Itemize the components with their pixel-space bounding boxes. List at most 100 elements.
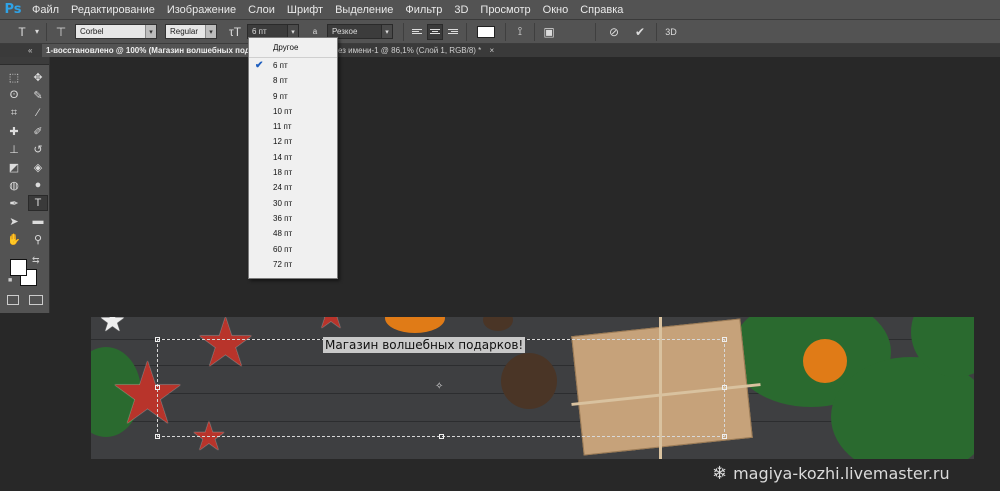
menu-type[interactable]: Шрифт [281,0,329,20]
quick-selection-tool-icon[interactable]: ✎ [28,87,48,103]
cancel-icon[interactable]: ⊘ [604,23,624,41]
commit-check-icon[interactable]: ✔ [630,23,650,41]
menu-edit[interactable]: Редактирование [65,0,161,20]
transform-handle[interactable] [722,385,727,390]
font-family-select[interactable]: Corbel ▾ [75,24,157,39]
dropdown-size-label: 72 пт [273,259,293,269]
menu-view[interactable]: Просмотр [474,0,536,20]
align-right-button[interactable] [445,24,461,40]
healing-brush-tool-icon[interactable]: ✚ [4,123,24,139]
brush-tool-icon[interactable]: ✐ [28,123,48,139]
transform-handle[interactable] [722,434,727,439]
dropdown-size-label: 48 пт [273,229,293,239]
options-bar: T ▾ ⊤ Corbel ▾ Regular ▾ τT 6 пт ▾ а Рез… [0,20,1000,44]
rectangle-tool-icon[interactable]: ▬ [28,213,48,229]
dropdown-size-item[interactable]: 48 пт [249,226,337,241]
tools-panel-handle[interactable] [0,57,49,65]
close-icon[interactable]: × [490,46,495,55]
dropdown-size-item[interactable]: 12 пт [249,134,337,149]
tab-document-2[interactable]: ез имени-1 @ 86,1% (Слой 1, RGB/8) * × [338,44,494,57]
collapse-panels-icon[interactable]: « [28,44,32,57]
menu-3d[interactable]: 3D [448,0,474,20]
menu-window[interactable]: Окно [537,0,575,20]
screen-mode-icon[interactable] [29,295,43,305]
type-tool-icon[interactable]: T [28,195,48,211]
text-color-swatch[interactable] [477,25,495,38]
dropdown-size-item[interactable]: 14 пт [249,150,337,165]
menu-layers[interactable]: Слои [242,0,281,20]
default-colors-icon[interactable]: ■ [8,277,12,284]
antialias-icon-label: а [312,27,318,36]
canvas-image[interactable]: ★ ★ ★ ★ ★ ✧ Магазин волшебных подарков! [91,317,974,459]
type-tool-preset-icon[interactable]: T [12,23,32,41]
transform-handle[interactable] [155,434,160,439]
clone-stamp-tool-icon[interactable]: ⊥ [4,141,24,157]
lasso-tool-icon[interactable]: ʘ [4,87,24,103]
gingerbread-star: ★ [99,317,126,338]
dropdown-size-item[interactable]: 10 пт [249,104,337,119]
dropdown-size-item[interactable]: 60 пт [249,242,337,257]
transform-handle[interactable] [155,385,160,390]
document-tab-bar: « 1-восстановлено @ 100% (Магазин волшеб… [0,44,1000,57]
menu-image[interactable]: Изображение [161,0,242,20]
align-center-button[interactable] [427,23,443,40]
text-orientation-icon[interactable]: ⊤ [51,23,71,41]
marquee-tool-icon[interactable]: ⬚ [4,69,24,85]
blur-tool-icon[interactable]: ◍ [4,177,24,193]
chevron-down-icon: ▾ [381,25,392,38]
dropdown-size-label: 60 пт [273,244,293,254]
transform-handle[interactable] [722,337,727,342]
font-style-select[interactable]: Regular ▾ [165,24,217,39]
dodge-tool-icon[interactable]: ● [28,177,48,193]
hand-tool-icon[interactable]: ✋ [4,231,24,247]
dropdown-size-item[interactable]: 9 пт [249,89,337,104]
transform-handle[interactable] [439,434,444,439]
dropdown-size-item[interactable]: 36 пт [249,211,337,226]
dropdown-size-item[interactable]: 72 пт [249,257,337,272]
menu-filter[interactable]: Фильтр [399,0,448,20]
zoom-tool-icon[interactable]: ⚲ [28,231,48,247]
threed-button[interactable]: 3D [661,23,681,41]
font-family-value: Corbel [80,27,104,36]
tab-document-1[interactable]: 1-восстановлено @ 100% (Магазин волшебны… [42,44,261,57]
dropdown-size-item[interactable]: 24 пт [249,180,337,195]
paint-bucket-tool-icon[interactable]: ◈ [28,159,48,175]
dropdown-size-item[interactable]: ✔ 6 пт [249,58,337,73]
tangerine [385,317,445,333]
align-left-button[interactable] [409,24,425,40]
separator [403,22,404,41]
tangerine [803,339,847,383]
character-panel-icon[interactable]: ▣ [539,23,559,41]
separator [466,22,467,41]
menu-help[interactable]: Справка [574,0,629,20]
dropdown-size-label: 11 пт [273,122,292,132]
dropdown-size-item[interactable]: 30 пт [249,196,337,211]
move-tool-icon[interactable]: ✥ [28,69,48,85]
dropdown-size-item[interactable]: 8 пт [249,73,337,88]
tab-document-1-label: 1-восстановлено @ 100% (Магазин волшебны… [46,46,250,55]
dropdown-size-item[interactable]: 18 пт [249,165,337,180]
history-brush-tool-icon[interactable]: ↺ [28,141,48,157]
chevron-down-icon: ▾ [145,25,156,38]
swap-colors-icon[interactable]: ⇆ [32,255,40,266]
transform-handle[interactable] [155,337,160,342]
eraser-tool-icon[interactable]: ◩ [4,159,24,175]
dropdown-size-label: 18 пт [273,168,293,178]
crop-tool-icon[interactable]: ⌗ [4,105,24,121]
dropdown-size-label: 8 пт [273,76,288,86]
eyedropper-tool-icon[interactable]: ⁄ [28,105,48,121]
menu-select[interactable]: Выделение [329,0,399,20]
selected-text-layer[interactable]: Магазин волшебных подарков! [323,337,526,353]
dropdown-other-option[interactable]: Другое [249,38,337,58]
path-selection-tool-icon[interactable]: ➤ [4,213,24,229]
chevron-down-icon[interactable]: ▾ [32,23,42,41]
menu-file[interactable]: Файл [26,0,65,20]
dropdown-size-label: 14 пт [273,152,293,162]
dropdown-size-label: 9 пт [273,91,288,101]
pen-tool-icon[interactable]: ✒ [4,195,24,211]
dropdown-size-item[interactable]: 11 пт [249,119,337,134]
quick-mask-icon[interactable] [7,295,19,305]
antialias-value: Резкое [332,27,358,36]
foreground-color-swatch[interactable] [10,259,27,276]
warp-text-icon[interactable]: ⟟ [510,23,530,41]
